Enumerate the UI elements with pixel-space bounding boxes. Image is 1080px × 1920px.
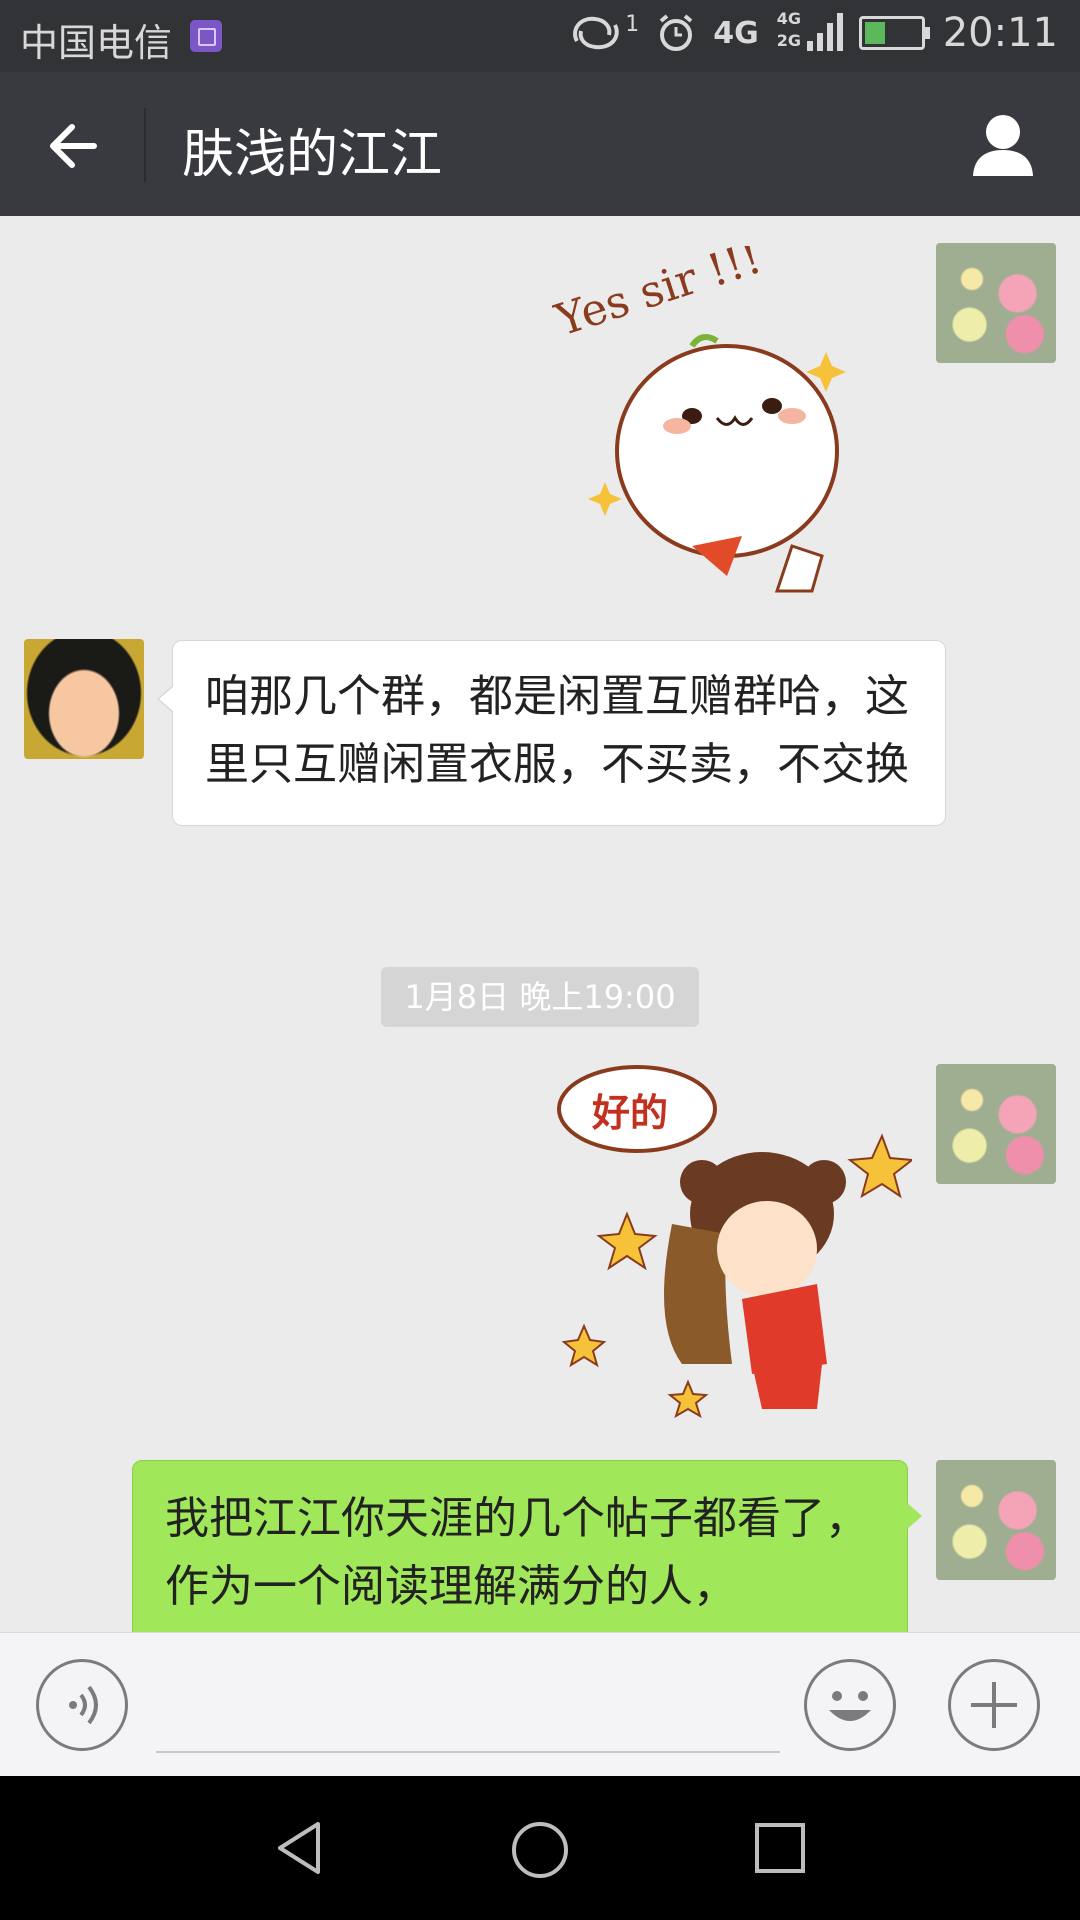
emoji-button[interactable] (804, 1659, 896, 1751)
alarm-icon (659, 14, 693, 51)
voice-button[interactable] (36, 1659, 128, 1751)
sticker-yes-sir[interactable]: Yes sir !!! (552, 246, 852, 606)
nav-back-icon[interactable] (272, 1820, 328, 1876)
status-time: 20:11 (942, 10, 1058, 56)
my-avatar-2[interactable] (936, 1064, 1056, 1184)
chat-header: 肤浅的江江 (0, 72, 1080, 216)
sticker-ok-girl[interactable]: 好的 (552, 1064, 912, 1424)
sent-bubble-tail (906, 1502, 922, 1530)
status-bar: 中国电信 1 4G 4G 2G 20:11 (0, 0, 1080, 72)
signal-icon: 4G 2G (776, 9, 843, 55)
sent-message-text: 我把江江你天涯的几个帖子都看了，作为一个阅读理解满分的人， (165, 1493, 869, 1612)
sent-message-bubble: 我把江江你天涯的几个帖子都看了，作为一个阅读理解满分的人， (132, 1460, 908, 1660)
nav-recents-icon[interactable] (754, 1822, 806, 1874)
my-avatar[interactable] (936, 243, 1056, 363)
chat-title: 肤浅的江江 (182, 125, 443, 185)
input-bar (0, 1632, 1080, 1777)
network-4g-label: 4G (713, 15, 759, 51)
notification-count: 1 (625, 11, 640, 37)
gallery-notification-icon (190, 20, 222, 52)
my-avatar-3[interactable] (936, 1460, 1056, 1580)
emoji-icon (829, 1691, 871, 1721)
network-mini2-label: 2G (776, 31, 801, 50)
plus-button[interactable] (948, 1659, 1040, 1751)
battery-charging-icon (858, 16, 930, 50)
sticker-text-2: 好的 (591, 1091, 668, 1135)
received-message-text: 咱那几个群，都是闲置互赠群哈，这里只互赠闲置衣服，不买卖，不交换 (205, 671, 909, 790)
system-nav-bar (0, 1776, 1080, 1920)
back-arrow-icon[interactable] (44, 116, 104, 176)
status-icons: 1 4G 4G 2G 20:11 (569, 9, 1058, 56)
sync-icon (573, 16, 619, 50)
received-message-bubble: 咱那几个群，都是闲置互赠群哈，这里只互赠闲置衣服，不买卖，不交换 (157, 640, 946, 826)
voice-icon (69, 1685, 98, 1725)
contact-avatar[interactable] (24, 639, 144, 759)
header-divider (144, 108, 146, 182)
chat-timestamp: 1月8日 晚上19:00 (381, 967, 699, 1027)
message-input[interactable] (156, 1751, 780, 1753)
profile-icon[interactable] (970, 112, 1036, 178)
nav-home-icon[interactable] (510, 1820, 570, 1880)
carrier-label: 中国电信 (20, 21, 173, 65)
sticker-text: Yes sir !!! (552, 246, 768, 347)
plus-icon (971, 1682, 1017, 1728)
network-mini-label: 4G (776, 9, 801, 28)
